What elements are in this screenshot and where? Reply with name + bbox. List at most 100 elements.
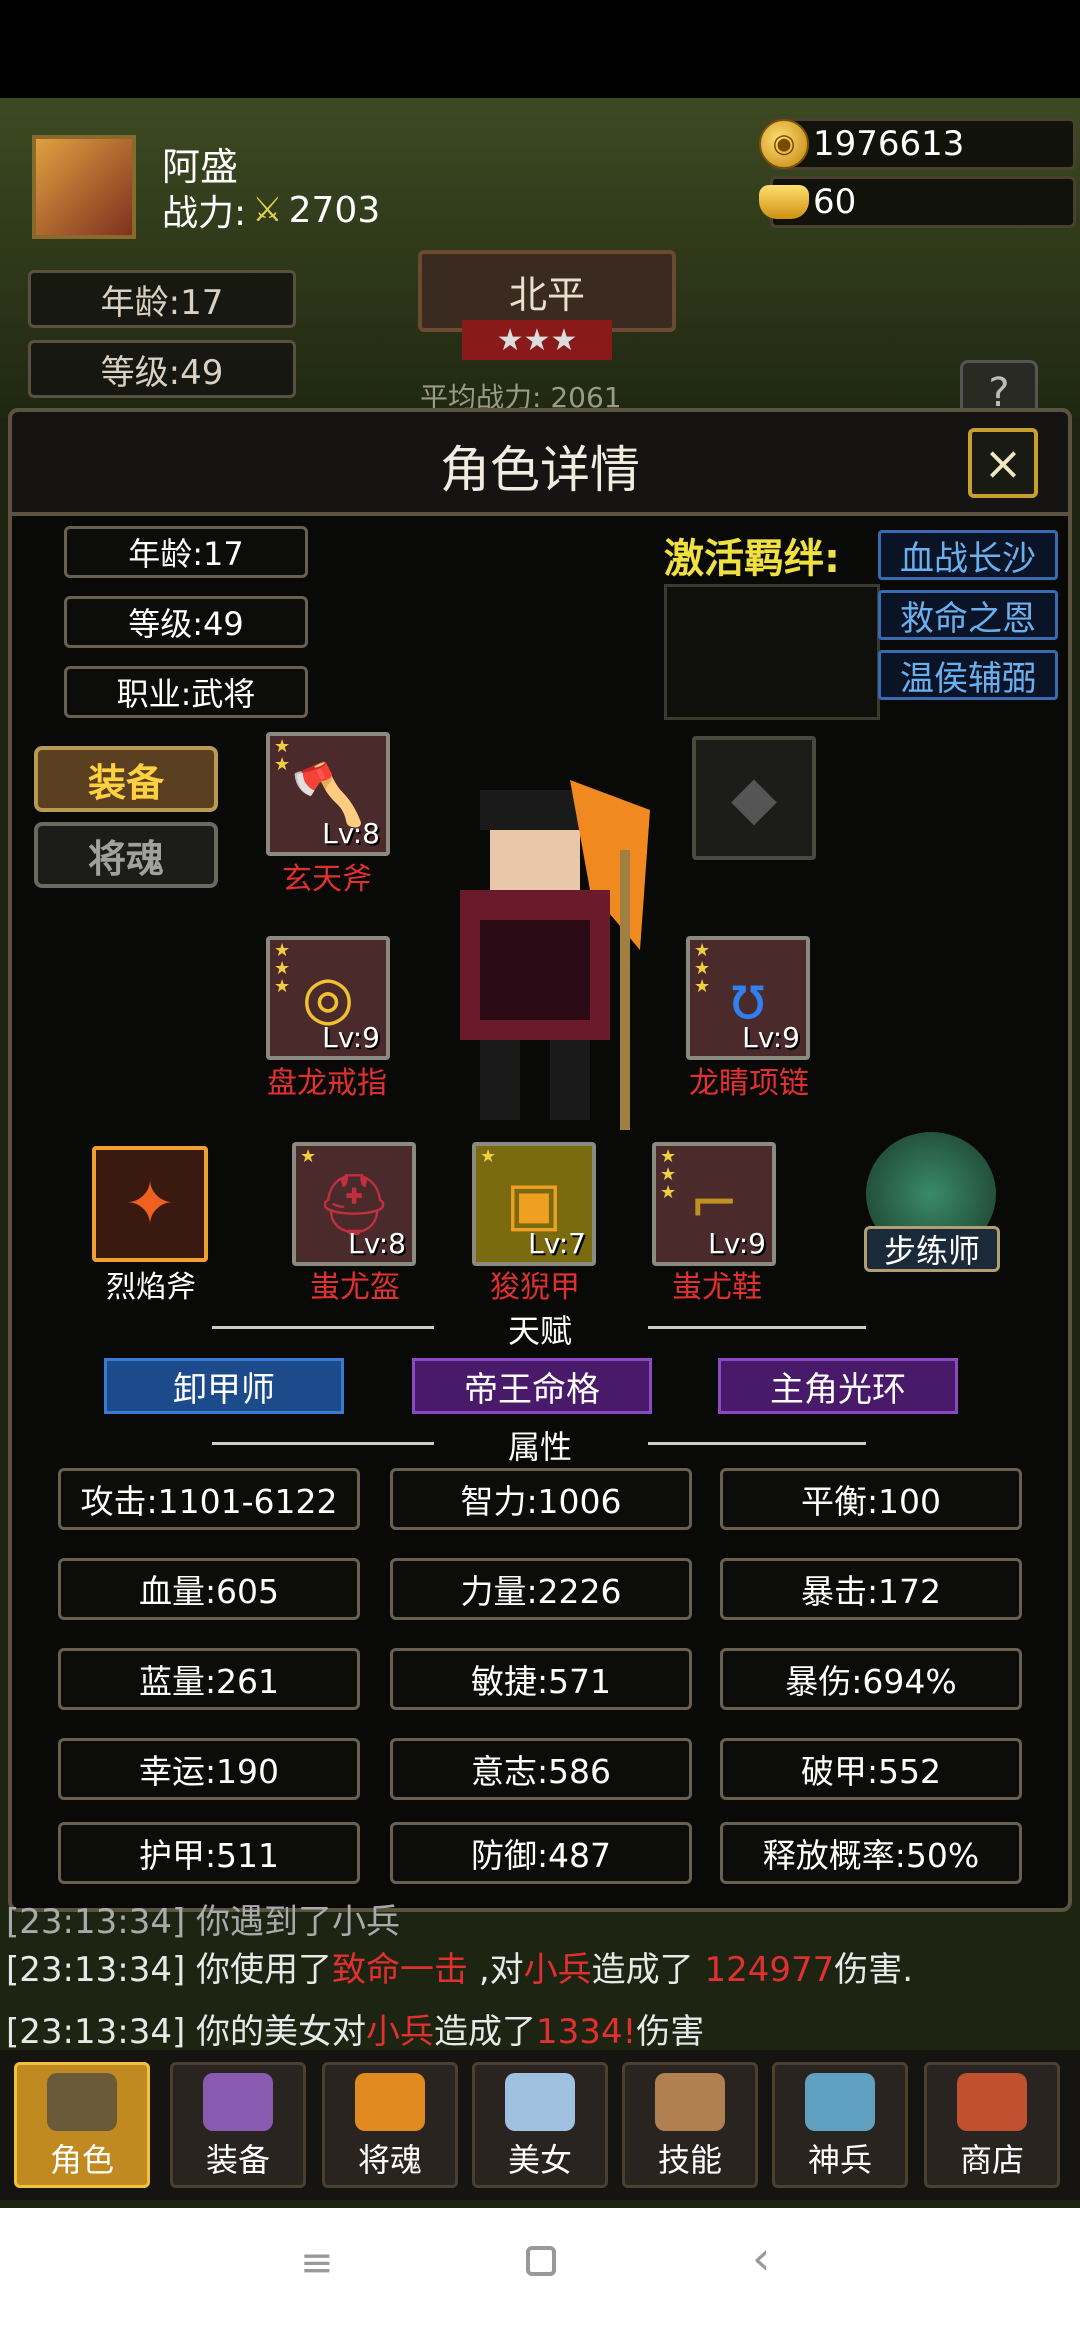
gold-ingot-icon xyxy=(759,185,809,219)
log-target: 小兵 xyxy=(366,2012,435,2052)
player-name: 阿盛 xyxy=(162,145,239,189)
equipment-icon xyxy=(203,2073,273,2131)
tab-soul[interactable]: 将魂 xyxy=(34,822,218,888)
equip-level: Lv:9 xyxy=(742,1021,800,1054)
slot-stars: ★ ★ ★ xyxy=(274,940,291,997)
hud-age: 年龄:17 xyxy=(28,270,296,328)
tab-equipment[interactable]: 装备 xyxy=(34,746,218,812)
sword-icon: ⚔ xyxy=(252,190,283,230)
slot-stars: ★ ★ ★ xyxy=(694,940,711,997)
equip-slot-armor[interactable]: ▣ ★ Lv:7 xyxy=(472,1142,596,1266)
scroll-icon xyxy=(655,2073,725,2131)
log-skill: 致命一击 xyxy=(332,1950,469,1990)
equip-name-helmet: 蚩尤盔 xyxy=(310,1270,400,1305)
equip-level: Lv:9 xyxy=(322,1021,380,1054)
equip-slot-weapon[interactable]: 🪓 ★ ★ Lv:8 xyxy=(266,732,390,856)
nav-label: 美女 xyxy=(507,2141,572,2179)
log-text: 造成了 xyxy=(591,1950,705,1990)
attr-defense: 防御:487 xyxy=(390,1822,692,1884)
close-button[interactable]: × xyxy=(968,428,1038,498)
nav-label: 装备 xyxy=(205,2141,270,2179)
attr-armor: 护甲:511 xyxy=(58,1822,360,1884)
attr-intelligence: 智力:1006 xyxy=(390,1468,692,1530)
equip-slot-helmet[interactable]: ⛑ ★ Lv:8 xyxy=(292,1142,416,1266)
bond-tag-2[interactable]: 救命之恩 xyxy=(878,590,1058,640)
equip-name-weapon: 玄天斧 xyxy=(282,862,372,897)
attr-attack: 攻击:1101-6122 xyxy=(58,1468,360,1530)
nav-soul[interactable]: 将魂 xyxy=(322,2062,458,2188)
slot-stars: ★ xyxy=(300,1146,317,1167)
equip-slot-necklace[interactable]: ʊ ★ ★ ★ Lv:9 xyxy=(686,936,810,1060)
attr-hp: 血量:605 xyxy=(58,1558,360,1620)
back-icon[interactable]: ‹ xyxy=(752,2235,788,2281)
bond-tag-1[interactable]: 血战长沙 xyxy=(878,530,1058,580)
info-job: 职业:武将 xyxy=(64,666,308,718)
rock-icon: ◆ xyxy=(730,763,778,833)
info-level: 等级:49 xyxy=(64,596,308,648)
nav-label: 商店 xyxy=(959,2141,1024,2179)
divider xyxy=(648,1442,866,1445)
nav-label: 角色 xyxy=(49,2141,114,2179)
slot-stars: ★ xyxy=(480,1146,497,1167)
armor-figure-icon xyxy=(47,2073,117,2131)
equip-slot-empty[interactable]: ◆ xyxy=(692,736,816,860)
hud-level: 等级:49 xyxy=(28,340,296,398)
equip-level: Lv:8 xyxy=(322,817,380,850)
attr-luck: 幸运:190 xyxy=(58,1738,360,1800)
divider xyxy=(212,1442,434,1445)
gold-coin-icon: ◉ xyxy=(759,119,809,169)
info-age: 年龄:17 xyxy=(64,526,308,578)
equip-level: Lv:8 xyxy=(348,1227,406,1260)
companion-name: 步练师 xyxy=(864,1226,1000,1272)
log-damage: 124977 xyxy=(704,1950,835,1990)
weapon-skill-name: 烈焰斧 xyxy=(106,1270,196,1305)
home-icon[interactable] xyxy=(526,2246,556,2276)
equip-slot-boots[interactable]: ⌐ ★ ★ ★ Lv:9 xyxy=(652,1142,776,1266)
attr-crit-damage: 暴伤:694% xyxy=(720,1648,1022,1710)
nav-divine-weapon[interactable]: 神兵 xyxy=(772,2062,908,2188)
attr-crit: 暴击:172 xyxy=(720,1558,1022,1620)
nav-label: 技能 xyxy=(657,2141,722,2179)
player-avatar[interactable] xyxy=(32,135,136,239)
flame-icon xyxy=(355,2073,425,2131)
shop-icon xyxy=(957,2073,1027,2131)
equip-name-necklace: 龙睛项链 xyxy=(689,1066,809,1101)
nav-equipment[interactable]: 装备 xyxy=(170,2062,306,2188)
nav-label: 神兵 xyxy=(807,2141,872,2179)
weapon-skill-slot[interactable]: ✦ xyxy=(92,1146,208,1262)
equip-name-armor: 狻猊甲 xyxy=(490,1270,580,1305)
nav-role[interactable]: 角色 xyxy=(14,2062,150,2188)
divider xyxy=(212,1326,434,1329)
log-text: ,对 xyxy=(468,1950,524,1990)
attr-armor-break: 破甲:552 xyxy=(720,1738,1022,1800)
equip-slot-ring[interactable]: ◎ ★ ★ ★ Lv:9 xyxy=(266,936,390,1060)
equip-level: Lv:7 xyxy=(528,1227,586,1260)
gold-value: 1976613 xyxy=(813,124,965,164)
talent-item-3[interactable]: 主角光环 xyxy=(718,1358,958,1414)
divider xyxy=(648,1326,866,1329)
attr-strength: 力量:2226 xyxy=(390,1558,692,1620)
log-text: 你使用了 xyxy=(196,1950,333,1990)
menu-icon[interactable]: ≡ xyxy=(300,2243,336,2283)
log-line-2: [23:13:34] 你的美女对小兵造成了1334!伤害 xyxy=(6,2004,704,2053)
log-text: 造成了 xyxy=(434,2012,537,2052)
attr-balance: 平衡:100 xyxy=(720,1468,1022,1530)
nav-shop[interactable]: 商店 xyxy=(924,2062,1060,2188)
gold-counter: ◉ 1976613 xyxy=(759,118,1076,170)
talent-item-1[interactable]: 卸甲师 xyxy=(104,1358,344,1414)
power-label: 战力: xyxy=(162,193,247,234)
talent-item-2[interactable]: 帝王命格 xyxy=(412,1358,652,1414)
bond-tag-3[interactable]: 温侯辅弼 xyxy=(878,650,1058,700)
attr-release-rate: 释放概率:50% xyxy=(720,1822,1022,1884)
log-time: [23:13:34] xyxy=(6,2012,197,2052)
nav-skill[interactable]: 技能 xyxy=(622,2062,758,2188)
log-line-1: [23:13:34] 你使用了致命一击 ,对小兵造成了 124977伤害. xyxy=(6,1942,913,1991)
log-line-0: [23:13:34] 你遇到了小兵 xyxy=(6,1902,401,1942)
dialog-title: 角色详情 xyxy=(440,441,640,499)
power-value: 2703 xyxy=(288,189,381,231)
nav-beauty[interactable]: 美女 xyxy=(472,2062,608,2188)
ingot-counter: 60 xyxy=(759,176,1076,228)
hero-sprite xyxy=(460,780,650,1130)
status-bar xyxy=(0,0,1080,98)
attr-agility: 敏捷:571 xyxy=(390,1648,692,1710)
